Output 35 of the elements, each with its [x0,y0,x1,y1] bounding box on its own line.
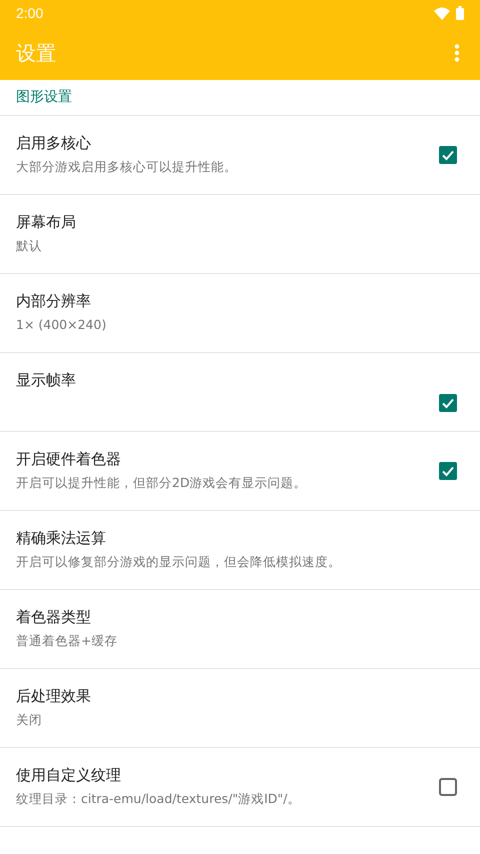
item-title: 显示帧率 [16,371,77,390]
battery-icon [456,6,464,20]
checked-checkbox[interactable] [439,462,457,480]
settings-item[interactable]: 屏幕布局 默认 [0,195,480,274]
settings-item[interactable]: 使用自定义纹理 纹理目录：citra-emu/load/textures/"游戏ID"/。 [0,748,480,827]
item-summary: 关闭 [16,712,43,729]
wifi-icon [434,6,450,20]
unchecked-checkbox[interactable] [439,778,457,796]
item-title: 精确乘法运算 [16,529,107,548]
checked-checkbox[interactable] [439,146,457,164]
item-title: 着色器类型 [16,608,92,627]
toolbar-title: 设置 [16,40,56,66]
settings-item[interactable]: 内部分辨率 1× (400×240) [0,274,480,353]
item-title: 启用多核心 [16,134,92,153]
item-summary: 大部分游戏启用多核心可以提升性能。 [16,159,238,176]
section-header: 图形设置 [0,80,480,116]
settings-item[interactable]: 开启硬件着色器 开启可以提升性能，但部分2D游戏会有显示问题。 [0,432,480,511]
settings-item[interactable]: 启用多核心 大部分游戏启用多核心可以提升性能。 [0,116,480,195]
item-title: 内部分辨率 [16,292,92,311]
settings-item[interactable]: 后处理效果 关闭 [0,669,480,748]
item-summary: 纹理目录：citra-emu/load/textures/"游戏ID"/。 [16,791,302,808]
item-title: 使用自定义纹理 [16,766,122,785]
item-title: 后处理效果 [16,687,92,706]
item-summary: 默认 [16,238,43,255]
item-title: 开启硬件着色器 [16,450,122,469]
item-summary: 开启可以提升性能，但部分2D游戏会有显示问题。 [16,475,308,492]
settings-item[interactable]: 显示帧率 [0,353,480,432]
item-summary: 1× (400×240) [16,317,108,332]
settings-item[interactable]: 着色器类型 普通着色器+缓存 [0,590,480,669]
checked-checkbox[interactable] [439,394,457,412]
status-time: 2:00 [16,5,44,21]
item-title: 屏幕布局 [16,213,77,232]
item-summary: 开启可以修复部分游戏的显示问题，但会降低模拟速度。 [16,554,342,571]
settings-item[interactable]: 精确乘法运算 开启可以修复部分游戏的显示问题，但会降低模拟速度。 [0,511,480,590]
item-summary: 普通着色器+缓存 [16,633,118,650]
